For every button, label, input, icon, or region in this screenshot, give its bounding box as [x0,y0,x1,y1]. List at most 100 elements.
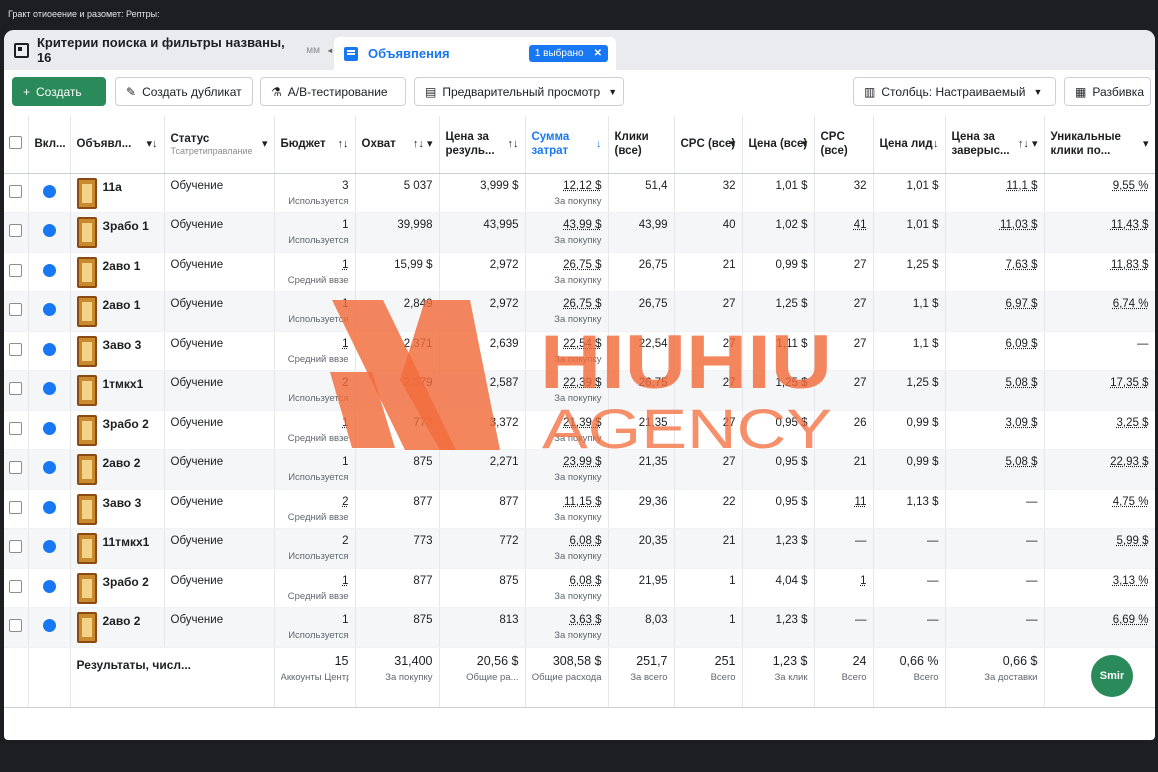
duplicate-button[interactable]: ✎ Создать дубликат [115,77,253,106]
ad-name[interactable]: Зрабо 2 [103,417,149,431]
row-ad-cell[interactable]: 11а [70,173,165,213]
ad-thumbnail[interactable] [76,256,97,288]
row-checkbox[interactable] [9,461,23,475]
row-select-cell[interactable] [4,212,29,253]
col-cost-result[interactable]: Цена за резуль... ↑↓ [439,116,526,174]
row-ad-cell[interactable]: Заво 3 [70,489,165,529]
sort-icon[interactable]: ↑↓ ▾ [413,137,433,151]
row-select-cell[interactable] [4,528,29,569]
table-row[interactable]: 1тмкх1 Обучение 2 Используется 2,379 2,587 22,… [4,370,1155,411]
row-ad-cell[interactable]: Зрабо 2 [70,568,165,608]
col-price[interactable]: Цена (все) ▾ [742,116,815,174]
sort-icon[interactable]: ↑↓ [928,137,939,151]
create-button[interactable]: + Создать [12,77,106,106]
ad-name[interactable]: 1тмкх1 [103,377,144,391]
col-budget[interactable]: Бюджет ↑↓ [274,116,356,174]
col-reach[interactable]: Охват ↑↓ ▾ [355,116,440,174]
row-ad-cell[interactable]: 2аво 2 [70,607,165,648]
row-checkbox[interactable] [9,421,23,435]
row-select-cell[interactable] [4,568,29,608]
table-row[interactable]: Заво 3 Обучение 1 Средний ввзе 2,371 2,639 22,… [4,331,1155,371]
row-toggle-cell[interactable] [28,370,71,411]
sort-icon[interactable]: ↑↓ ▾ [1018,137,1038,151]
row-select-cell[interactable] [4,291,29,332]
preview-button[interactable]: ▤ Предварительный просмотр ▼ [414,77,624,106]
select-all-header[interactable] [4,116,29,174]
chat-button[interactable]: Smir [1091,655,1133,697]
row-select-cell[interactable] [4,173,29,213]
status-dot-icon[interactable] [42,579,56,593]
col-spend[interactable]: Сумма затрат ↓ [525,116,609,174]
row-checkbox[interactable] [9,224,23,238]
row-toggle-cell[interactable] [28,568,71,608]
row-checkbox[interactable] [9,579,23,593]
row-select-cell[interactable] [4,370,29,411]
row-ad-cell[interactable]: Зрабо 2 [70,410,165,450]
ad-name[interactable]: 2аво 2 [103,614,141,628]
row-select-cell[interactable] [4,489,29,529]
table-row[interactable]: Зрабо 1 Обучение 1 Используется 39,998 43,995… [4,212,1155,253]
row-ad-cell[interactable]: 2аво 1 [70,252,165,292]
col-status[interactable]: Статус Тсатретиправлание ▾ [164,116,275,174]
table-row[interactable]: 11тмкх1 Обучение 2 Используется 773 772 6,08 $… [4,528,1155,569]
breakdown-button[interactable]: ▦ Разбивка [1064,77,1151,106]
table-row[interactable]: 2аво 1 Обучение 1 Средний ввзе 15,99 $2,972 2… [4,252,1155,292]
row-toggle-cell[interactable] [28,291,71,332]
row-ad-cell[interactable]: Заво 3 [70,331,165,371]
status-dot-icon[interactable] [42,619,56,633]
ad-thumbnail[interactable] [76,177,97,209]
col-cpc2[interactable]: CPC (все) [814,116,874,174]
ad-name[interactable]: 11а [103,180,122,194]
table-row[interactable]: Зрабо 2 Обучение 1 Средний ввзе 773 3,372 21,3… [4,410,1155,450]
row-toggle-cell[interactable] [28,528,71,569]
row-ad-cell[interactable]: 2аво 1 [70,291,165,332]
table-row[interactable]: 11а Обучение 3 Используется 5 037 3,999 $12,1… [4,173,1155,213]
row-ad-cell[interactable]: 1тмкх1 [70,370,165,411]
row-toggle-cell[interactable] [28,331,71,371]
row-select-cell[interactable] [4,331,29,371]
sort-down-icon[interactable]: ↓ [596,137,602,151]
ad-thumbnail[interactable] [76,612,97,643]
ad-name[interactable]: Заво 3 [103,496,142,510]
status-dot-icon[interactable] [42,224,56,238]
ad-name[interactable]: Заво 3 [103,338,142,352]
ad-thumbnail[interactable] [76,533,97,564]
row-toggle-cell[interactable] [28,607,71,648]
columns-button[interactable]: ▥ Столбць: Настраиваемый ▼ [853,77,1056,106]
row-checkbox[interactable] [9,540,23,554]
ad-thumbnail[interactable] [76,217,97,248]
row-toggle-cell[interactable] [28,173,71,213]
table-row[interactable]: 2аво 2 Обучение 1 Используется 875 2,271 23,99… [4,449,1155,490]
row-checkbox[interactable] [9,184,23,198]
row-checkbox[interactable] [9,303,23,317]
row-checkbox[interactable] [9,500,23,514]
col-cpc[interactable]: CPC (все) ▾ [674,116,743,174]
status-dot-icon[interactable] [42,303,56,317]
status-dot-icon[interactable] [42,500,56,514]
ad-name[interactable]: 2аво 1 [103,298,141,312]
row-toggle-cell[interactable] [28,489,71,529]
ad-name[interactable]: 2аво 2 [103,456,141,470]
status-dot-icon[interactable] [42,461,56,475]
sort-icon[interactable]: ↑↓ [508,137,519,151]
row-select-cell[interactable] [4,410,29,450]
status-dot-icon[interactable] [42,342,56,356]
status-dot-icon[interactable] [42,382,56,396]
status-dot-icon[interactable] [42,421,56,435]
ad-thumbnail[interactable] [76,493,97,525]
tab-ads[interactable]: Объявпения 1 выбрано ✕ [334,37,616,70]
row-checkbox[interactable] [9,342,23,356]
table-row[interactable]: Зрабо 2 Обучение 1 Средний ввзе 877 875 6,08 $… [4,568,1155,608]
caret-down-icon[interactable]: ▾ [730,137,736,151]
ad-thumbnail[interactable] [76,296,97,327]
col-ad[interactable]: Объявл... ▾↓ [70,116,165,174]
close-icon[interactable]: ✕ [594,48,602,59]
tab-search-filters[interactable]: Критерии поиска и фильтры названы, 16 мм… [4,30,332,70]
ad-thumbnail[interactable] [76,454,97,485]
col-on[interactable]: Вкл... [28,116,71,174]
caret-down-icon[interactable]: ▾ [262,137,268,151]
row-ad-cell[interactable]: 2аво 2 [70,449,165,490]
sort-icon[interactable]: ▾↓ [146,137,157,151]
ad-name[interactable]: 2аво 1 [103,259,141,273]
table-row[interactable]: Заво 3 Обучение 2 Средний ввзе 877 877 11,15 $… [4,489,1155,529]
